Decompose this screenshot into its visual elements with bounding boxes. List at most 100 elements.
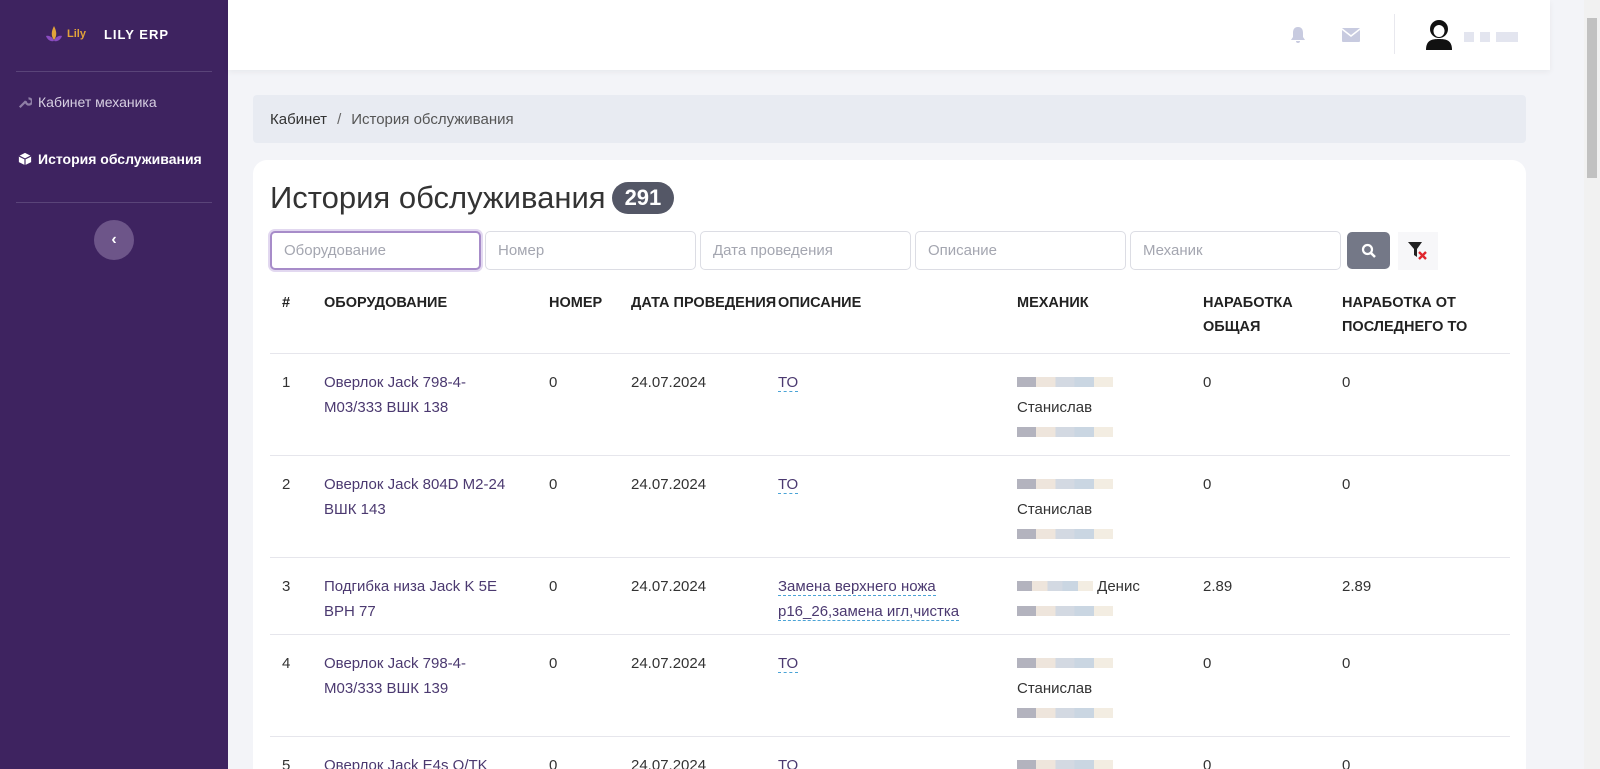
col-header-num[interactable]: НОМЕР xyxy=(549,278,631,354)
equipment-cell[interactable]: Оверлок Jack 804D M2-24 ВШК 143 xyxy=(324,455,549,558)
number-cell: 0 xyxy=(549,455,631,558)
sidebar-item-label: Кабинет механика xyxy=(38,94,157,110)
mechanic-name: Станислав xyxy=(1017,680,1093,697)
description-cell: Замена верхнего ножа р16_26,замена игл,ч… xyxy=(778,557,1017,635)
equipment-filter-input[interactable] xyxy=(270,231,481,270)
chevron-left-icon: ‹ xyxy=(111,231,117,248)
mechanic-name: Станислав xyxy=(1017,399,1093,416)
page-title: История обслуживания 291 xyxy=(270,180,675,216)
mechanic-cell: Денис xyxy=(1017,557,1203,635)
divider xyxy=(16,202,212,203)
divider xyxy=(16,71,212,72)
mechanic-filter-input[interactable] xyxy=(1130,231,1341,270)
description-link[interactable]: ТО xyxy=(778,476,799,494)
history-table: # ОБОРУДОВАНИЕ НОМЕР ДАТА ПРОВЕДЕНИЯ ОПИ… xyxy=(270,278,1510,769)
mechanic-name: Станислав xyxy=(1017,501,1093,518)
bell-icon[interactable] xyxy=(1290,26,1306,44)
date-filter-input[interactable] xyxy=(700,231,911,270)
table-row: 2 Оверлок Jack 804D M2-24 ВШК 143 0 24.0… xyxy=(270,455,1510,558)
number-filter-input[interactable] xyxy=(485,231,696,270)
redacted-text xyxy=(1017,708,1113,718)
row-index: 4 xyxy=(270,634,324,737)
breadcrumb-home[interactable]: Кабинет xyxy=(270,111,327,128)
number-cell: 0 xyxy=(549,736,631,769)
logo-mark-text: Lily xyxy=(67,28,86,40)
description-filter-input[interactable] xyxy=(915,231,1126,270)
col-header-total-runtime[interactable]: НАРАБОТКА ОБЩАЯ xyxy=(1203,278,1342,354)
redacted-text xyxy=(1017,479,1113,489)
date-cell: 24.07.2024 xyxy=(631,634,778,737)
page-scrollbar[interactable] xyxy=(1584,0,1600,769)
table-row: 3 Подгибка низа Jack K 5E ВРН 77 0 24.07… xyxy=(270,557,1510,635)
table-row: 5 Оверлок Jack E4s Q/TK 0 24.07.2024 ТО … xyxy=(270,736,1510,769)
mail-icon[interactable] xyxy=(1342,28,1360,42)
number-cell: 0 xyxy=(549,557,631,635)
equipment-cell[interactable]: Подгибка низа Jack K 5E ВРН 77 xyxy=(324,557,549,635)
mechanic-cell: Станислав xyxy=(1017,634,1203,737)
user-avatar[interactable] xyxy=(1424,18,1454,50)
date-cell: 24.07.2024 xyxy=(631,353,778,456)
runtime-since-last-cell: 0 xyxy=(1342,353,1510,456)
total-runtime-cell: 0 xyxy=(1203,736,1342,769)
collapse-sidebar-button[interactable]: ‹ xyxy=(94,220,134,260)
equipment-cell[interactable]: Оверлок Jack E4s Q/TK xyxy=(324,736,549,769)
count-badge: 291 xyxy=(611,182,675,214)
breadcrumb-current: История обслуживания xyxy=(351,110,514,128)
divider xyxy=(1394,14,1395,54)
logo[interactable]: Lily LILY ERP xyxy=(44,24,169,44)
runtime-since-last-cell: 0 xyxy=(1342,455,1510,558)
mechanic-cell: Станислав xyxy=(1017,353,1203,456)
search-button[interactable] xyxy=(1347,232,1390,269)
table-row: 1 Оверлок Jack 798-4-M03/333 ВШК 138 0 2… xyxy=(270,353,1510,456)
description-link[interactable]: ТО xyxy=(778,757,799,769)
wrench-icon xyxy=(18,97,32,109)
total-runtime-cell: 2.89 xyxy=(1203,557,1342,635)
table-header-row: # ОБОРУДОВАНИЕ НОМЕР ДАТА ПРОВЕДЕНИЯ ОПИ… xyxy=(270,278,1510,354)
mechanic-name: Денис xyxy=(1097,578,1140,595)
equipment-cell[interactable]: Оверлок Jack 798-4-M03/333 ВШК 138 xyxy=(324,353,549,456)
description-link[interactable]: Замена верхнего ножа р16_26,замена игл,ч… xyxy=(778,578,960,621)
sidebar: Lily LILY ERP Кабинет механика История о… xyxy=(0,0,228,769)
equipment-cell[interactable]: Оверлок Jack 798-4-M03/333 ВШК 139 xyxy=(324,634,549,737)
row-index: 5 xyxy=(270,736,324,769)
total-runtime-cell: 0 xyxy=(1203,353,1342,456)
redacted-text xyxy=(1017,529,1113,539)
breadcrumb: Кабинет / История обслуживания xyxy=(253,95,1526,143)
col-header-date[interactable]: ДАТА ПРОВЕДЕНИЯ xyxy=(631,278,778,354)
user-name-redacted[interactable] xyxy=(1464,29,1524,47)
search-icon xyxy=(1361,243,1376,258)
row-index: 1 xyxy=(270,353,324,456)
redacted-text xyxy=(1017,760,1113,769)
col-header-equipment[interactable]: ОБОРУДОВАНИЕ xyxy=(324,278,549,354)
redacted-text xyxy=(1017,581,1093,591)
description-link[interactable]: ТО xyxy=(778,374,799,392)
redacted-text xyxy=(1017,427,1113,437)
total-runtime-cell: 0 xyxy=(1203,634,1342,737)
sidebar-item-maintenance-history[interactable]: История обслуживания xyxy=(18,151,202,167)
table-row: 4 Оверлок Jack 798-4-M03/333 ВШК 139 0 2… xyxy=(270,634,1510,737)
top-bar xyxy=(228,0,1550,70)
redacted-text xyxy=(1017,377,1113,387)
description-cell: ТО xyxy=(778,455,1017,558)
col-header-number: # xyxy=(270,278,324,354)
col-header-description[interactable]: ОПИСАНИЕ xyxy=(778,278,1017,354)
mechanic-cell xyxy=(1017,736,1203,769)
breadcrumb-separator: / xyxy=(337,110,342,128)
description-link[interactable]: ТО xyxy=(778,655,799,673)
row-index: 3 xyxy=(270,557,324,635)
col-header-runtime-since-last[interactable]: НАРАБОТКА ОТ ПОСЛЕДНЕГО ТО xyxy=(1342,278,1510,354)
redacted-text xyxy=(1017,658,1113,668)
history-card: История обслуживания 291 # ОБОРУДОВАНИЕ … xyxy=(253,160,1526,769)
runtime-since-last-cell: 2.89 xyxy=(1342,557,1510,635)
page-title-text: История обслуживания xyxy=(270,180,606,215)
clear-filters-button[interactable] xyxy=(1398,231,1438,270)
number-cell: 0 xyxy=(549,353,631,456)
cube-icon xyxy=(18,152,32,166)
redacted-text xyxy=(1017,606,1113,616)
description-cell: ТО xyxy=(778,736,1017,769)
sidebar-item-mechanic-cabinet[interactable]: Кабинет механика xyxy=(18,94,157,110)
total-runtime-cell: 0 xyxy=(1203,455,1342,558)
scrollbar-thumb[interactable] xyxy=(1587,18,1597,178)
col-header-mechanic[interactable]: МЕХАНИК xyxy=(1017,278,1203,354)
description-cell: ТО xyxy=(778,353,1017,456)
